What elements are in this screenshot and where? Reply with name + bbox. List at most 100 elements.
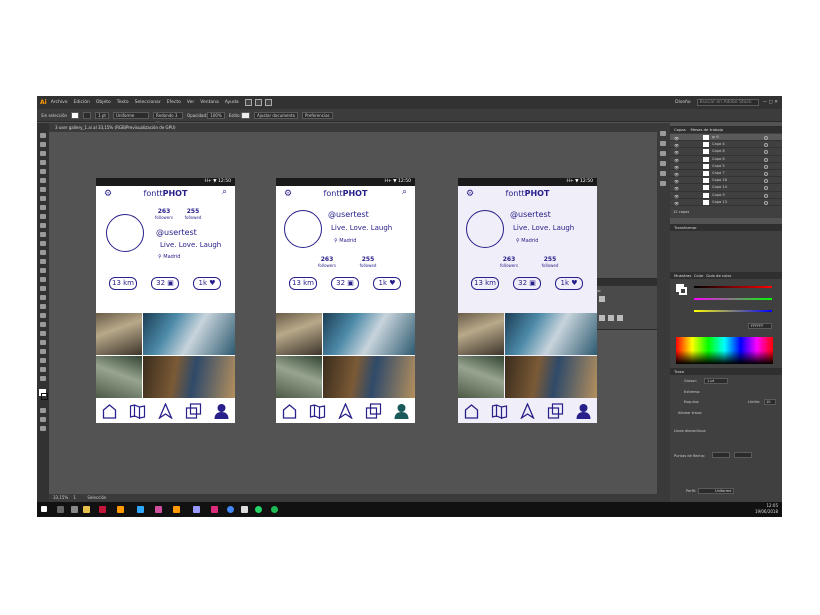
navigate-icon[interactable] (337, 403, 354, 419)
map-icon[interactable] (309, 403, 326, 419)
selection-tool-icon[interactable] (40, 133, 46, 138)
artboard-icon[interactable] (40, 349, 46, 354)
distance-pill[interactable]: 13 km (289, 277, 317, 290)
likes-pill[interactable]: 1k ♥ (555, 277, 583, 290)
preferences-button[interactable]: Preferencias (302, 111, 333, 119)
curvature-icon[interactable] (40, 178, 46, 183)
likes-pill[interactable]: 1k ♥ (193, 277, 221, 290)
followed-stat[interactable]: 255 followed (355, 256, 381, 268)
target-icon[interactable] (764, 136, 768, 140)
spotify-icon[interactable] (271, 506, 278, 513)
likes-pill[interactable]: 1k ♥ (373, 277, 401, 290)
menu-ver[interactable]: Ver (187, 100, 194, 105)
gallery-icon[interactable] (185, 403, 202, 419)
menu-ayuda[interactable]: Ayuda (225, 100, 239, 105)
layer-row[interactable]: 👁 Capa 16 (670, 177, 782, 185)
graph-icon[interactable] (40, 340, 46, 345)
pencil-icon[interactable] (40, 223, 46, 228)
arrange-docs-icon[interactable] (254, 99, 262, 106)
symbols-icon[interactable] (660, 171, 666, 176)
brushes-icon[interactable] (660, 161, 666, 166)
followed-stat[interactable]: 255 followed (537, 256, 563, 268)
gallery-photo[interactable] (143, 313, 235, 355)
avatar[interactable] (284, 210, 322, 248)
magic-wand-icon[interactable] (40, 151, 46, 156)
hand-icon[interactable] (40, 367, 46, 372)
zoom-icon[interactable] (40, 376, 46, 381)
gallery-photo[interactable] (323, 356, 415, 398)
photos-pill[interactable]: 32 ▣ (513, 277, 541, 290)
perfil-select[interactable]: Uniforme (698, 488, 734, 494)
scale-icon[interactable] (40, 250, 46, 255)
draw-mode-icon[interactable] (40, 417, 46, 422)
target-icon[interactable] (764, 143, 768, 148)
whatsapp-icon[interactable] (255, 506, 262, 513)
menu-archivo[interactable]: Archivo (51, 100, 68, 105)
file-explorer-icon[interactable] (83, 506, 90, 513)
stroke-color-swatch[interactable] (679, 287, 687, 295)
style-swatch[interactable] (240, 111, 250, 119)
crop-icon[interactable] (599, 315, 605, 321)
stroke-weight[interactable]: 1 pt (95, 111, 110, 119)
dashed-line-checkbox[interactable]: Línea discontinua (674, 429, 706, 433)
limite-input[interactable]: 10 (764, 399, 776, 405)
tab-color[interactable]: Color (694, 273, 704, 278)
shape-builder-icon[interactable] (40, 277, 46, 282)
artboard-nav[interactable]: 1 (73, 495, 76, 500)
layer-row[interactable]: 👁 Capa 4 (670, 141, 782, 149)
profile-icon[interactable] (213, 403, 230, 419)
tab-mesas[interactable]: Mesas de trabajo (691, 127, 724, 132)
menu-efecto[interactable]: Efecto (167, 100, 181, 105)
width-tool-icon[interactable] (40, 259, 46, 264)
layer-row[interactable]: 👁 Capa 5 (670, 163, 782, 170)
zoom-level[interactable]: 33,15% (53, 495, 68, 500)
gallery-photo[interactable] (458, 313, 504, 355)
menu-edicion[interactable]: Edición (74, 100, 90, 105)
lasso-icon[interactable] (40, 160, 46, 165)
red-slider[interactable] (694, 286, 772, 288)
avatar[interactable] (466, 210, 504, 248)
layer-row[interactable]: 👁 Capa 7 (670, 170, 782, 178)
type-tool-icon[interactable] (40, 187, 46, 192)
hex-input[interactable]: FFFFFF (748, 323, 772, 329)
align-icon[interactable] (660, 181, 666, 186)
search-icon[interactable]: ⌕ (402, 187, 407, 197)
search-icon[interactable] (57, 506, 64, 513)
target-icon[interactable] (764, 150, 768, 155)
perspective-icon[interactable] (40, 286, 46, 291)
stroke-swatch[interactable] (83, 111, 92, 119)
avatar[interactable] (106, 214, 144, 252)
target-icon[interactable] (764, 186, 768, 191)
distance-pill[interactable]: 13 km (109, 277, 137, 290)
gallery-photo[interactable] (323, 313, 415, 355)
home-icon[interactable] (281, 403, 298, 419)
indesign-icon[interactable] (99, 506, 106, 513)
stroke-color-icon[interactable] (41, 393, 48, 400)
profile-icon[interactable] (393, 403, 410, 419)
mesh-icon[interactable] (40, 295, 46, 300)
grosor-input[interactable]: 1 pt (704, 378, 728, 384)
layer-row[interactable]: 👁 Capa 8 (670, 148, 782, 156)
arrow-start-select[interactable] (712, 452, 730, 458)
layer-row[interactable]: 👁 Capa 8 (670, 156, 782, 163)
free-transform-icon[interactable] (40, 268, 46, 273)
line-tool-icon[interactable] (40, 196, 46, 201)
brush-def[interactable]: Redondo 3 ... (153, 111, 184, 123)
blend-icon[interactable] (40, 322, 46, 327)
stock-search-input[interactable]: Buscar en Adobe Stock (696, 99, 759, 106)
ai-panel-icon[interactable] (660, 131, 666, 136)
direct-selection-tool-icon[interactable] (40, 142, 46, 147)
transform-title[interactable]: Transformar (670, 224, 782, 231)
bridge-icon[interactable] (244, 99, 252, 106)
windows-start-icon[interactable] (41, 506, 47, 512)
properties-icon[interactable] (660, 141, 666, 146)
pen-tool-icon[interactable] (40, 169, 46, 174)
target-icon[interactable] (764, 200, 768, 205)
color-mode-icon[interactable] (40, 408, 46, 413)
fill-swatch[interactable] (71, 111, 80, 119)
clock[interactable]: 12:05 19/06/2018 (755, 503, 778, 515)
eraser-icon[interactable] (40, 232, 46, 237)
window-controls[interactable]: — ▢ ✕ (763, 100, 778, 105)
distance-pill[interactable]: 13 km (471, 277, 499, 290)
navigate-icon[interactable] (519, 403, 536, 419)
